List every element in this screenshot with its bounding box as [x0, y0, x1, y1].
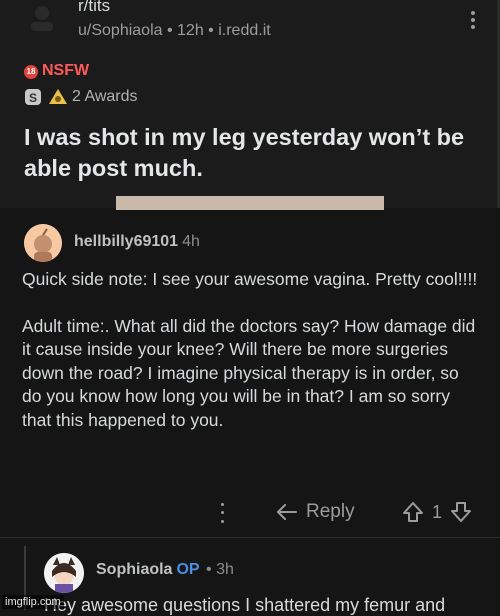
reply-age: • 3h	[206, 561, 234, 578]
upvote-icon[interactable]	[402, 501, 424, 523]
vote-controls: 1	[402, 498, 472, 526]
post-age: 12h	[177, 22, 204, 39]
post-image-preview[interactable]	[116, 196, 384, 210]
nsfw-label: NSFW	[42, 62, 90, 79]
post-header: r/tits u/Sophiaola • 12h • i.redd.it 18 N…	[0, 0, 500, 210]
svg-text:S: S	[29, 91, 37, 105]
overflow-menu-icon[interactable]	[468, 8, 478, 32]
meta-separator: •	[203, 22, 219, 39]
reply-button[interactable]: Reply	[276, 498, 355, 526]
post-author[interactable]: u/Sophiaola	[78, 22, 163, 39]
nsfw-tag: 18 NSFW	[24, 62, 89, 80]
awards-row[interactable]: S 2 Awards	[24, 88, 138, 106]
op-badge: OP	[176, 561, 200, 578]
silver-award-icon: S	[24, 88, 42, 106]
vote-score: 1	[432, 501, 443, 522]
comment-actions: Reply 1	[0, 498, 500, 528]
reply-label: Reply	[306, 501, 355, 522]
comment-age: 4h	[182, 233, 200, 250]
nsfw-18-icon: 18	[24, 65, 38, 79]
comment-username[interactable]: hellbilly69101	[74, 233, 178, 250]
post-meta: u/Sophiaola • 12h • i.redd.it	[78, 22, 271, 40]
imgflip-watermark: imgflip.com	[2, 595, 64, 609]
reply-arrow-icon	[276, 503, 298, 521]
awards-count: 2 Awards	[72, 88, 138, 105]
meta-separator: •	[162, 22, 178, 39]
avatar[interactable]	[24, 224, 62, 262]
subreddit-name[interactable]: r/tits	[78, 0, 110, 16]
reply-body: Hey awesome questions I shattered my fem…	[44, 595, 446, 615]
comment-paragraph: Adult time:. What all did the doctors sa…	[22, 315, 476, 430]
post-title[interactable]: I was shot in my leg yesterday won’t be …	[24, 122, 484, 184]
avatar[interactable]	[44, 553, 84, 593]
more-options-icon[interactable]	[215, 500, 229, 526]
comment-paragraph: Quick side note: I see your awesome vagi…	[22, 269, 478, 289]
comment-author-line: hellbilly69101 4h	[74, 233, 200, 251]
downvote-icon[interactable]	[450, 501, 472, 523]
divider	[0, 537, 500, 538]
comment-body: Quick side note: I see your awesome vagi…	[22, 268, 482, 455]
reply-author-line: Sophiaola OP • 3h	[96, 561, 234, 579]
post-domain[interactable]: i.redd.it	[218, 22, 270, 39]
helpful-award-icon	[48, 88, 67, 106]
reply-username[interactable]: Sophiaola	[96, 561, 172, 578]
reddit-avatar-icon[interactable]	[28, 4, 56, 32]
